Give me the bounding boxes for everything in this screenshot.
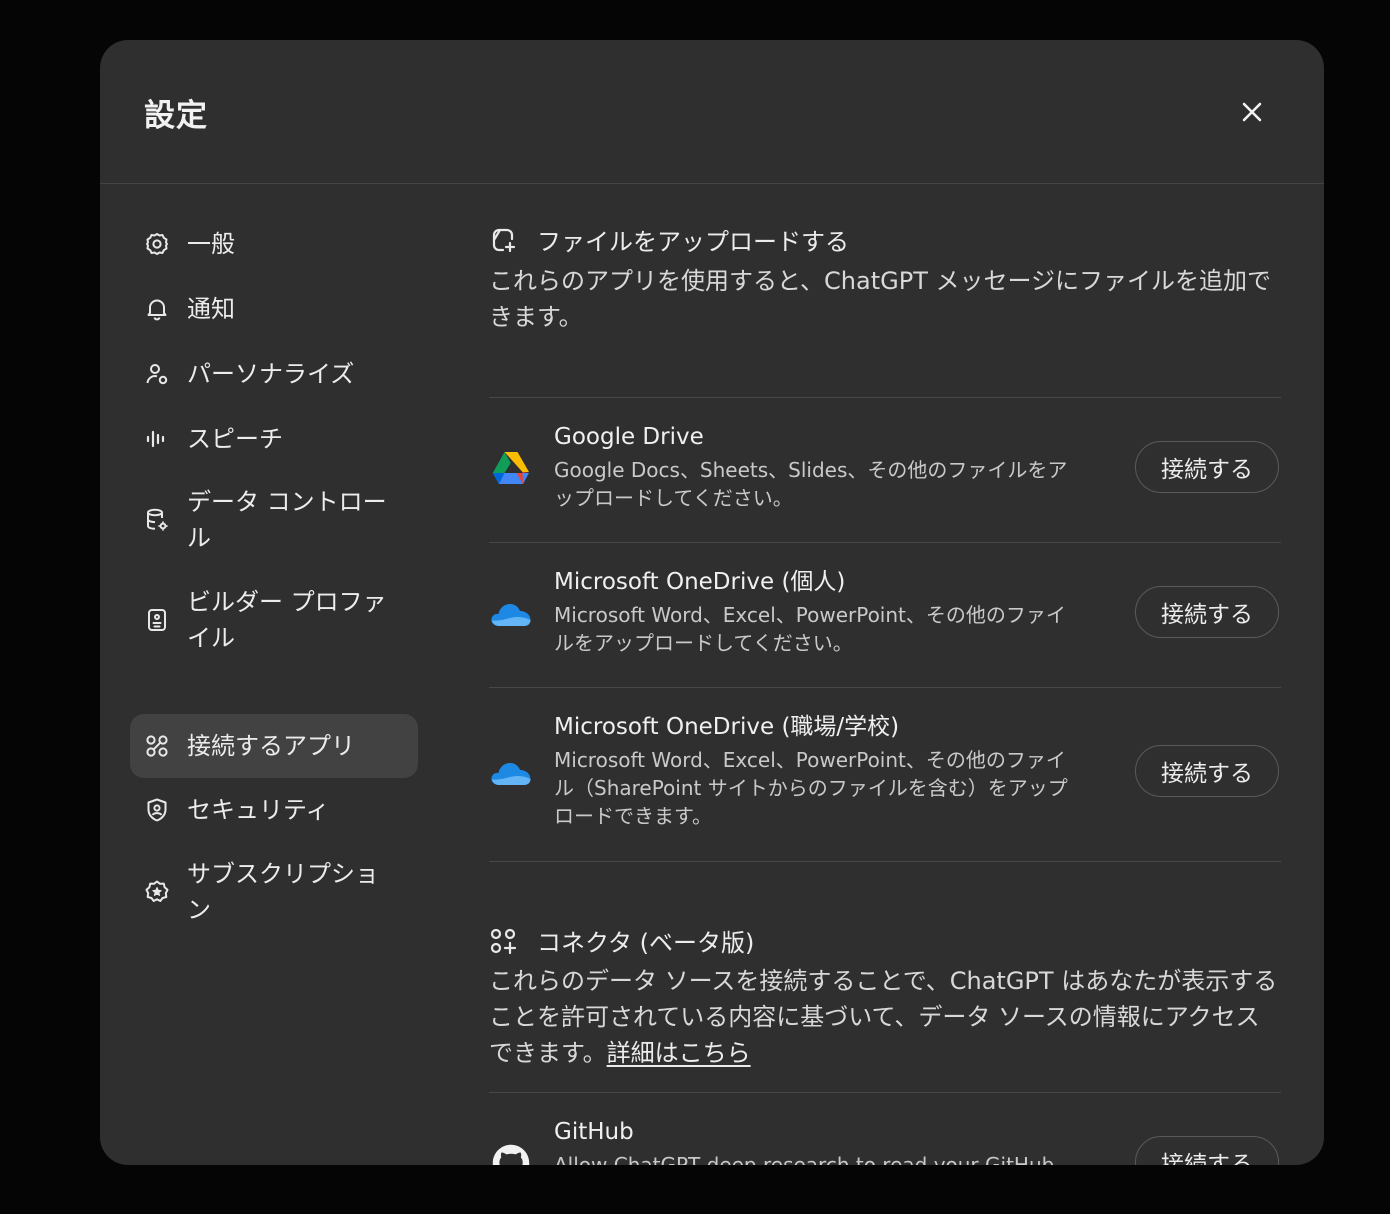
- sidebar-item-label: セキュリティ: [187, 796, 330, 824]
- bell-icon: [144, 296, 170, 322]
- personalize-icon: [144, 361, 170, 387]
- shield-icon: [144, 797, 170, 823]
- sidebar-item-builder-profile[interactable]: ビルダー プロファイル: [130, 574, 418, 666]
- connect-button[interactable]: 接続する: [1135, 586, 1279, 638]
- learn-more-link[interactable]: 詳細はこちら: [607, 1039, 751, 1067]
- connector-grid-icon: [489, 927, 517, 955]
- connect-button[interactable]: 接続する: [1135, 1136, 1279, 1165]
- app-description: Google Docs、Sheets、Slides、その他のファイルをアップロー…: [554, 458, 1068, 510]
- divider: [489, 861, 1281, 862]
- app-description: Microsoft Word、Excel、PowerPoint、その他のファイル…: [554, 748, 1068, 828]
- connect-button[interactable]: 接続する: [1135, 441, 1279, 493]
- connect-button[interactable]: 接続する: [1135, 745, 1279, 797]
- file-upload-icon: [489, 226, 517, 254]
- connector-section-description: これらのデータ ソースを接続することで、ChatGPT はあなたが表示することを…: [489, 963, 1281, 1071]
- sidebar-item-security[interactable]: セキュリティ: [130, 780, 418, 840]
- close-icon: [1242, 102, 1262, 122]
- sidebar-item-label: パーソナライズ: [187, 360, 355, 388]
- sidebar-item-connected-apps[interactable]: 接続するアプリ: [130, 714, 418, 778]
- sidebar-item-speech[interactable]: スピーチ: [130, 409, 418, 469]
- onedrive-icon: [491, 595, 531, 635]
- google-drive-icon: [491, 448, 531, 488]
- modal-title: 設定: [144, 98, 208, 134]
- sidebar-item-personalize[interactable]: パーソナライズ: [130, 344, 418, 404]
- app-description: Allow ChatGPT deep research to read your…: [554, 1153, 1055, 1165]
- waveform-icon: [144, 426, 170, 452]
- app-row-google-drive: Google Drive Google Docs、Sheets、Slides、そ…: [489, 398, 1281, 542]
- sidebar-item-label: 接続するアプリ: [187, 732, 355, 760]
- app-name: GitHub: [554, 1119, 634, 1145]
- app-row-onedrive-personal: Microsoft OneDrive (個人) Microsoft Word、E…: [489, 543, 1281, 687]
- app-row-github: GitHub Allow ChatGPT deep research to re…: [489, 1093, 1281, 1165]
- sidebar-item-label: データ コントロール: [187, 488, 387, 552]
- app-row-onedrive-work: Microsoft OneDrive (職場/学校) Microsoft Wor…: [489, 688, 1281, 861]
- connector-section-title: コネクタ (ベータ版): [537, 929, 755, 957]
- app-description: Microsoft Word、Excel、PowerPoint、その他のファイル…: [554, 603, 1066, 655]
- close-button[interactable]: [1234, 94, 1270, 130]
- sidebar-item-label: サブスクリプション: [187, 860, 379, 924]
- sidebar-item-label: 一般: [187, 230, 235, 258]
- upload-section-header: ファイルをアップロードする: [489, 222, 849, 257]
- sidebar-item-subscription[interactable]: サブスクリプション: [130, 846, 418, 938]
- gear-icon: [144, 231, 170, 257]
- sidebar-item-notifications[interactable]: 通知: [130, 279, 418, 339]
- app-name: Google Drive: [554, 424, 704, 450]
- sidebar-item-label: スピーチ: [187, 425, 283, 453]
- database-gear-icon: [144, 507, 170, 533]
- sidebar-item-general[interactable]: 一般: [130, 214, 418, 274]
- subscription-badge-icon: [144, 879, 170, 905]
- app-name: Microsoft OneDrive (職場/学校): [554, 714, 900, 740]
- sidebar-item-label: ビルダー プロファイル: [187, 588, 387, 652]
- github-icon: [491, 1143, 531, 1165]
- app-name: Microsoft OneDrive (個人): [554, 569, 846, 595]
- connector-section-header: コネクタ (ベータ版): [489, 923, 754, 958]
- sidebar-item-label: 通知: [187, 295, 235, 323]
- upload-section-description: これらのアプリを使用すると、ChatGPT メッセージにファイルを追加できます。: [489, 267, 1272, 331]
- upload-section-title: ファイルをアップロードする: [537, 228, 849, 256]
- sidebar-item-data-controls[interactable]: データ コントロール: [130, 474, 418, 566]
- settings-modal: 設定 一般 通知 パーソナライズ スピーチ データ コントロール ビルダー プロ…: [100, 40, 1324, 1165]
- id-card-icon: [144, 607, 170, 633]
- onedrive-icon: [491, 754, 531, 794]
- apps-grid-icon: [144, 733, 170, 759]
- modal-header: 設定: [100, 40, 1324, 184]
